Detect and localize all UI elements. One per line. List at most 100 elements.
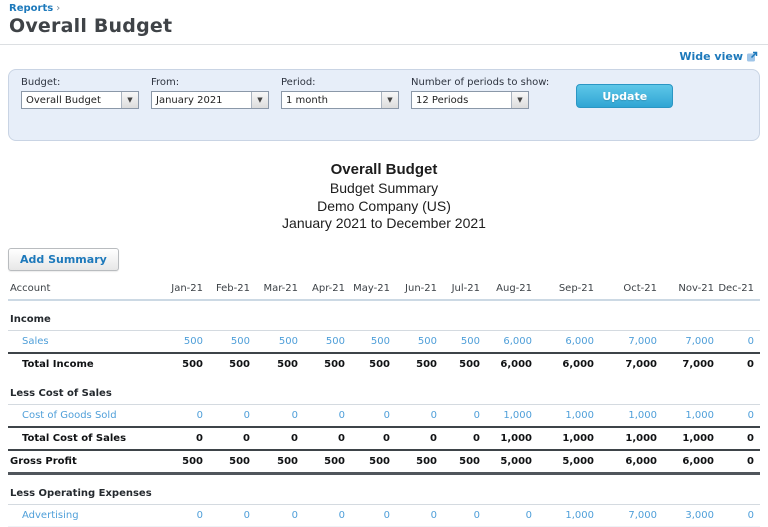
table-row-gross-profit: Gross Profit 500 500 500 500 500 500 500 5,000 5,… xyxy=(8,448,760,475)
cell-value: 0 xyxy=(205,425,252,450)
cell-value[interactable]: 500 xyxy=(300,330,347,354)
column-header-jan-21: Jan-21 xyxy=(155,277,205,301)
cell-value: 0 xyxy=(716,425,760,450)
cell-value: 500 xyxy=(205,351,252,375)
cell-value: 1,000 xyxy=(482,425,534,450)
chevron-down-icon[interactable]: ▼ xyxy=(251,92,268,108)
column-header-account: Account xyxy=(8,277,155,301)
cell-value[interactable]: 500 xyxy=(347,330,392,354)
cell-value[interactable]: 1,000 xyxy=(659,404,716,428)
cell-value: 500 xyxy=(392,448,439,475)
page-title: Overall Budget xyxy=(9,15,173,37)
table-row-total-cost-of-sales: Total Cost of Sales 0 0 0 0 0 0 0 1,000 1,000 1,00… xyxy=(8,425,760,450)
cell-value[interactable]: 0 xyxy=(482,504,534,527)
period-filter: Period: 1 month ▼ xyxy=(281,77,399,109)
cell-value: 6,000 xyxy=(596,448,659,475)
cell-value[interactable]: 500 xyxy=(205,330,252,354)
table-row-less-cost-of-sales: Less Cost of Sales xyxy=(8,374,760,405)
cell-value[interactable]: 0 xyxy=(439,404,482,428)
cell-value: 500 xyxy=(347,448,392,475)
filter-panel: Budget: Overall Budget ▼ From: January 2… xyxy=(8,69,760,141)
cell-value[interactable]: 0 xyxy=(392,404,439,428)
cell-value: 6,000 xyxy=(659,448,716,475)
cell-value[interactable]: 0 xyxy=(300,504,347,527)
chevron-down-icon[interactable]: ▼ xyxy=(381,92,398,108)
cell-value: 500 xyxy=(300,448,347,475)
budget-table: Account Jan-21 Feb-21 Mar-21 Apr-21 May-21 Jun… xyxy=(8,277,760,527)
account-link[interactable]: Cost of Goods Sold xyxy=(8,404,155,428)
cell-value[interactable]: 3,000 xyxy=(659,504,716,527)
from-label: From: xyxy=(151,77,180,88)
table-header: Account Jan-21 Feb-21 Mar-21 Apr-21 May-21 Jun… xyxy=(8,277,760,301)
cell-value[interactable]: 6,000 xyxy=(482,330,534,354)
row-label: Gross Profit xyxy=(8,448,155,475)
cell-value[interactable]: 1,000 xyxy=(534,504,596,527)
cell-value[interactable]: 0 xyxy=(155,504,205,527)
budget-select[interactable]: Overall Budget ▼ xyxy=(21,91,139,109)
cell-value[interactable]: 0 xyxy=(300,404,347,428)
cell-value[interactable]: 0 xyxy=(392,504,439,527)
chevron-down-icon[interactable]: ▼ xyxy=(511,92,528,108)
section-label: Less Cost of Sales xyxy=(8,374,760,405)
chevron-down-icon[interactable]: ▼ xyxy=(121,92,138,108)
cell-value[interactable]: 0 xyxy=(716,330,760,354)
breadcrumb: Reports › xyxy=(9,3,758,14)
cell-value[interactable]: 1,000 xyxy=(482,404,534,428)
page-header: Reports › Overall Budget xyxy=(0,0,768,37)
cell-value[interactable]: 7,000 xyxy=(659,330,716,354)
cell-value: 6,000 xyxy=(534,351,596,375)
add-summary-button[interactable]: Add Summary xyxy=(8,247,119,271)
cell-value[interactable]: 0 xyxy=(155,404,205,428)
cell-value[interactable]: 0 xyxy=(716,404,760,428)
report-subtitle: Budget Summary xyxy=(329,179,439,196)
cell-value[interactable]: 6,000 xyxy=(534,330,596,354)
cell-value: 0 xyxy=(439,425,482,450)
cell-value: 0 xyxy=(716,351,760,375)
row-label: Total Income xyxy=(8,351,155,375)
column-header-nov-21: Nov-21 xyxy=(659,277,716,301)
budget-filter: Budget: Overall Budget ▼ xyxy=(21,77,139,109)
cell-value[interactable]: 500 xyxy=(439,330,482,354)
table-header-row: Account Jan-21 Feb-21 Mar-21 Apr-21 May-21 Jun… xyxy=(8,277,760,301)
cell-value[interactable]: 0 xyxy=(252,504,300,527)
period-label: Period: xyxy=(281,77,316,88)
cell-value[interactable]: 500 xyxy=(252,330,300,354)
section-label: Less Operating Expenses xyxy=(8,473,760,505)
breadcrumb-reports-link[interactable]: Reports xyxy=(9,3,53,14)
cell-value[interactable]: 0 xyxy=(205,504,252,527)
report-heading: Overall Budget Budget Summary Demo Compa… xyxy=(0,161,768,233)
cell-value[interactable]: 0 xyxy=(205,404,252,428)
table-row-total-income: Total Income 500 500 500 500 500 500 500 6,000 6,… xyxy=(8,351,760,375)
wide-view-link[interactable]: Wide view xyxy=(679,50,758,63)
cell-value: 500 xyxy=(205,448,252,475)
column-header-oct-21: Oct-21 xyxy=(596,277,659,301)
period-select-value: 1 month xyxy=(286,94,328,106)
update-button[interactable]: Update xyxy=(576,84,674,108)
cell-value[interactable]: 500 xyxy=(155,330,205,354)
cell-value[interactable]: 0 xyxy=(439,504,482,527)
cell-value[interactable]: 7,000 xyxy=(596,330,659,354)
column-header-feb-21: Feb-21 xyxy=(205,277,252,301)
cell-value[interactable]: 1,000 xyxy=(596,404,659,428)
periods-to-show-label: Number of periods to show: xyxy=(411,77,550,88)
periods-to-show-select-value: 12 Periods xyxy=(416,94,469,106)
cell-value: 500 xyxy=(439,448,482,475)
period-select[interactable]: 1 month ▼ xyxy=(281,91,399,109)
cell-value[interactable]: 0 xyxy=(252,404,300,428)
cell-value[interactable]: 500 xyxy=(392,330,439,354)
budget-label: Budget: xyxy=(21,77,61,88)
cell-value: 7,000 xyxy=(596,351,659,375)
periods-to-show-select[interactable]: 12 Periods ▼ xyxy=(411,91,529,109)
account-link[interactable]: Sales xyxy=(8,330,155,354)
cell-value: 0 xyxy=(300,425,347,450)
cell-value: 500 xyxy=(439,351,482,375)
cell-value[interactable]: 0 xyxy=(716,504,760,527)
cell-value[interactable]: 1,000 xyxy=(534,404,596,428)
cell-value[interactable]: 0 xyxy=(347,404,392,428)
cell-value[interactable]: 7,000 xyxy=(596,504,659,527)
cell-value[interactable]: 0 xyxy=(347,504,392,527)
table-body: Income Sales 500 500 500 500 500 500 500 6,000 6,0… xyxy=(8,299,760,527)
from-select[interactable]: January 2021 ▼ xyxy=(151,91,269,109)
table-row-less-operating-expenses: Less Operating Expenses xyxy=(8,473,760,505)
account-link[interactable]: Advertising xyxy=(8,504,155,527)
